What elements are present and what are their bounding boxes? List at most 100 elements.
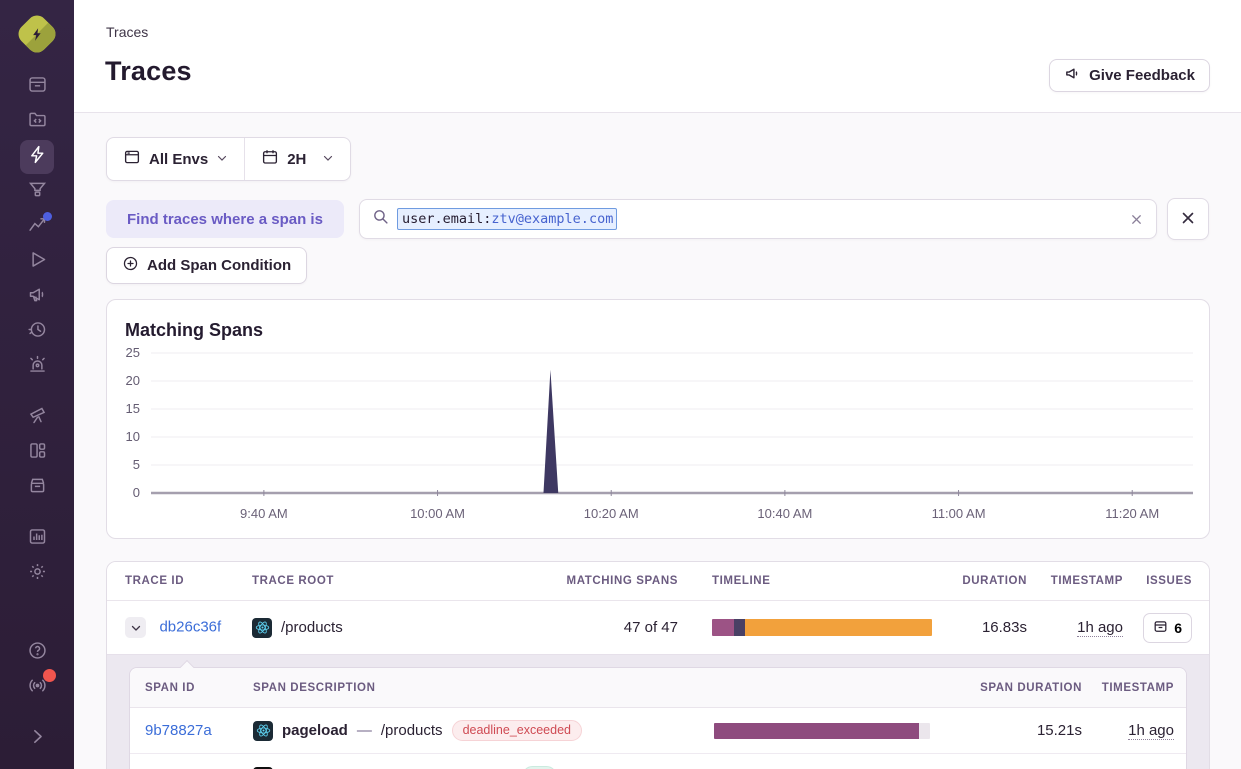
span-duration: 15.21s xyxy=(954,722,1082,739)
svg-text:10:40 AM: 10:40 AM xyxy=(757,506,812,521)
svg-text:10:20 AM: 10:20 AM xyxy=(584,506,639,521)
svg-text:11:00 AM: 11:00 AM xyxy=(932,506,986,521)
sidebar-item-dashboards[interactable] xyxy=(20,436,54,470)
telescope-icon xyxy=(27,405,48,431)
trace-id-link[interactable]: db26c36f xyxy=(159,619,221,636)
svg-text:10: 10 xyxy=(126,429,140,444)
span-row: 9b78827a pageload — /products deadline_e… xyxy=(130,708,1186,754)
megaphone-icon xyxy=(1064,65,1081,86)
sidebar-item-releases[interactable] xyxy=(20,315,54,349)
history-clock-icon xyxy=(27,319,48,345)
clear-x-icon[interactable] xyxy=(1129,212,1144,227)
matching-spans-chart[interactable]: 0 5 10 15 20 25 9:40 AM 10:00 AM 10:20 AM 10:40 A… xyxy=(107,300,1209,538)
add-span-condition-label: Add Span Condition xyxy=(147,257,291,274)
sidebar-item-settings[interactable] xyxy=(20,557,54,591)
trace-timeline-bar[interactable] xyxy=(712,619,932,636)
col-trace-id: Trace ID xyxy=(125,575,252,587)
trace-timestamp[interactable]: 1h ago xyxy=(1077,619,1123,637)
svg-text:25: 25 xyxy=(126,345,140,360)
chevron-down-icon xyxy=(322,151,334,168)
trace-root-name[interactable]: /products xyxy=(281,619,343,636)
trace-row: db26c36f /products 47 of 47 16.83s 1h ag… xyxy=(107,601,1209,654)
new-feature-dot-badge xyxy=(43,212,52,221)
sidebar-item-whats-new[interactable] xyxy=(20,671,54,705)
trace-issues-button[interactable]: 6 xyxy=(1143,613,1192,643)
col-duration: Duration xyxy=(956,575,1027,587)
dashboard-grid-icon xyxy=(27,440,48,466)
col-matching-spans: Matching Spans xyxy=(553,575,678,587)
sidebar-item-insights[interactable] xyxy=(20,175,54,209)
span-id-link[interactable]: 9b78827a xyxy=(145,722,212,739)
svg-text:10:00 AM: 10:00 AM xyxy=(410,506,465,521)
sentry-logo[interactable] xyxy=(17,14,57,54)
page-title: Traces xyxy=(105,56,192,87)
inbox-icon xyxy=(27,74,48,100)
page-filter-bar: All Envs 2H xyxy=(106,137,351,181)
code-folder-icon xyxy=(27,109,48,135)
sidebar-item-feedback[interactable] xyxy=(20,280,54,314)
span-separator: — xyxy=(357,722,372,739)
span-search-input[interactable]: user.email:ztv@example.com xyxy=(359,199,1157,239)
svg-text:0: 0 xyxy=(133,485,140,500)
unread-dot-badge xyxy=(43,669,56,682)
traces-table: Trace ID Trace Root Matching Spans Timel… xyxy=(106,561,1210,769)
trace-spans-section: Span ID Span Description Span Duration T… xyxy=(107,654,1209,769)
col-span-timestamp: Timestamp xyxy=(1082,682,1174,694)
react-icon xyxy=(252,618,272,638)
svg-text:5: 5 xyxy=(133,457,140,472)
help-icon xyxy=(27,640,48,666)
sidebar-item-help[interactable] xyxy=(20,636,54,670)
col-issues: Issues xyxy=(1123,575,1192,587)
sidebar-item-discover[interactable] xyxy=(20,401,54,435)
col-trace-root: Trace Root xyxy=(252,575,553,587)
breadcrumb[interactable]: Traces xyxy=(106,24,148,40)
add-span-condition-button[interactable]: Add Span Condition xyxy=(106,247,307,284)
sidebar-item-alerts[interactable] xyxy=(20,350,54,384)
main-content: Traces Traces Give Feedback All Envs 2H … xyxy=(74,0,1241,769)
page-header: Traces Traces Give Feedback xyxy=(74,0,1241,113)
react-icon xyxy=(253,721,273,741)
window-icon xyxy=(123,148,141,170)
span-duration-bar[interactable] xyxy=(714,723,930,739)
span-row: b7a7e441 ex http.server — GET /organizat… xyxy=(130,754,1186,769)
spans-table-header: Span ID Span Description Span Duration T… xyxy=(130,668,1186,708)
matching-spans-panel: Matching Spans 05101520259:40 AM10:00 AM… xyxy=(106,299,1210,539)
search-filter-token[interactable]: user.email:ztv@example.com xyxy=(397,208,617,230)
span-status-badge: deadline_exceeded xyxy=(452,720,582,741)
sidebar-item-traces[interactable] xyxy=(20,140,54,174)
sidebar-item-projects[interactable] xyxy=(20,105,54,139)
token-key: user.email: xyxy=(402,211,491,227)
remove-condition-button[interactable] xyxy=(1167,198,1209,240)
svg-text:9:40 AM: 9:40 AM xyxy=(240,506,288,521)
span-op: pageload xyxy=(282,722,348,739)
svg-text:20: 20 xyxy=(126,373,140,388)
sentry-logo-bolt-icon xyxy=(17,14,57,54)
svg-text:15: 15 xyxy=(126,401,140,416)
col-timeline: Timeline xyxy=(712,575,956,587)
sidebar-item-performance[interactable] xyxy=(20,210,54,244)
trace-issues-count: 6 xyxy=(1174,620,1182,636)
bar-chart-icon xyxy=(27,526,48,552)
sidebar-item-issues[interactable] xyxy=(20,70,54,104)
environment-selector[interactable]: All Envs xyxy=(107,138,244,180)
time-range-selector[interactable]: 2H xyxy=(245,138,350,180)
sidebar-item-crons[interactable] xyxy=(20,471,54,505)
play-icon xyxy=(27,249,48,275)
close-x-icon xyxy=(1179,209,1197,230)
token-value: ztv@example.com xyxy=(491,211,613,227)
matching-spans-count: 47 of 47 xyxy=(553,619,678,636)
collapse-trace-button[interactable] xyxy=(125,617,146,638)
give-feedback-button[interactable]: Give Feedback xyxy=(1049,59,1210,92)
sidebar-collapse-toggle[interactable] xyxy=(20,722,54,756)
chevron-down-icon xyxy=(216,151,228,168)
sidebar-item-stats[interactable] xyxy=(20,522,54,556)
col-span-id: Span ID xyxy=(145,682,253,694)
funnel-icon xyxy=(27,179,48,205)
span-description: /products xyxy=(381,722,443,739)
span-timestamp[interactable]: 1h ago xyxy=(1128,722,1174,740)
megaphone-icon xyxy=(27,284,48,310)
archive-box-icon xyxy=(27,475,48,501)
gear-icon xyxy=(27,561,48,587)
sidebar-item-replays[interactable] xyxy=(20,245,54,279)
spans-table: Span ID Span Description Span Duration T… xyxy=(129,667,1187,769)
